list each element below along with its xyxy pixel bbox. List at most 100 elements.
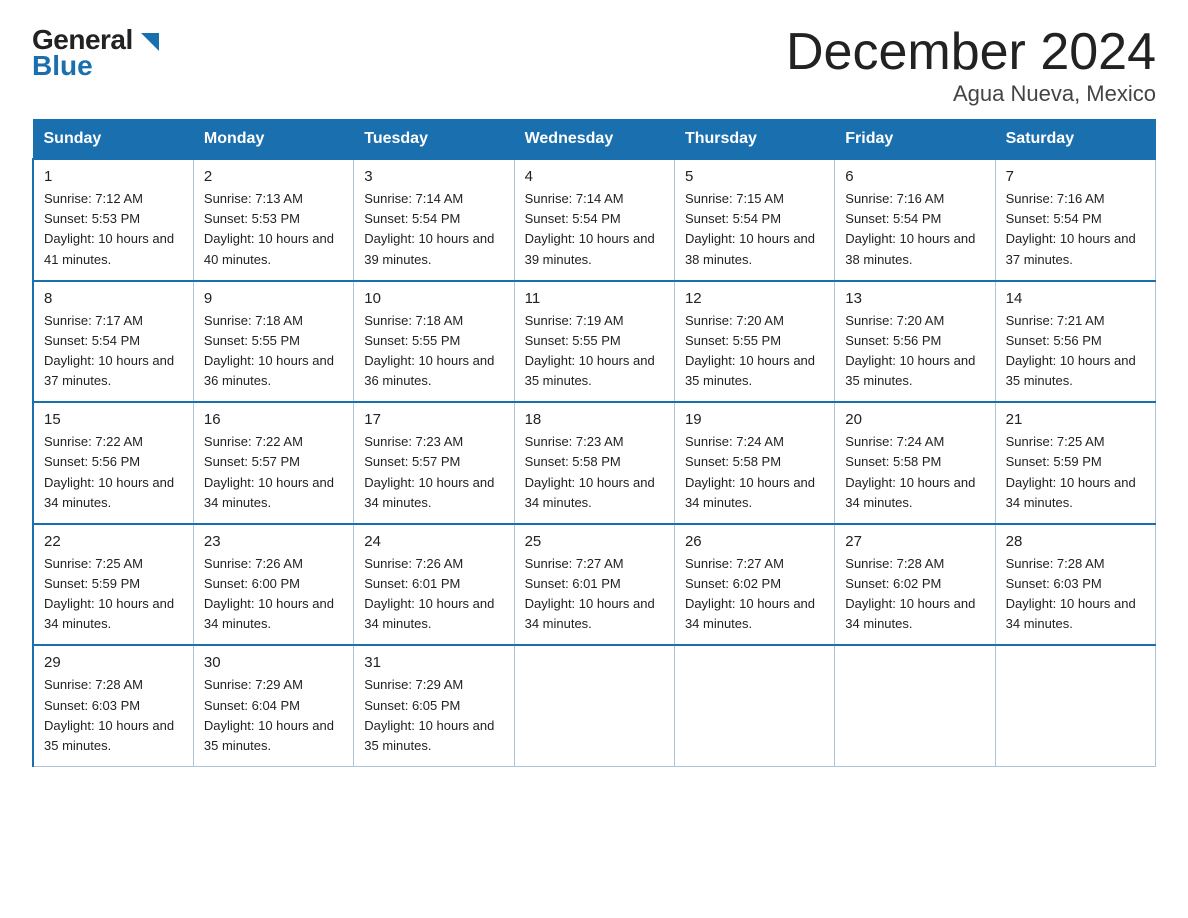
calendar-cell: 13 Sunrise: 7:20 AMSunset: 5:56 PMDaylig… [835,281,995,403]
day-info: Sunrise: 7:24 AMSunset: 5:58 PMDaylight:… [845,434,975,509]
calendar-cell: 25 Sunrise: 7:27 AMSunset: 6:01 PMDaylig… [514,524,674,646]
day-info: Sunrise: 7:23 AMSunset: 5:58 PMDaylight:… [525,434,655,509]
page-subtitle: Agua Nueva, Mexico [786,81,1156,107]
day-number: 10 [364,290,503,307]
day-number: 14 [1006,290,1145,307]
col-friday: Friday [835,120,995,160]
day-info: Sunrise: 7:25 AMSunset: 5:59 PMDaylight:… [44,556,174,631]
calendar-cell: 20 Sunrise: 7:24 AMSunset: 5:58 PMDaylig… [835,402,995,524]
calendar-cell [514,645,674,766]
day-number: 9 [204,290,343,307]
calendar-cell: 19 Sunrise: 7:24 AMSunset: 5:58 PMDaylig… [674,402,834,524]
calendar-cell: 11 Sunrise: 7:19 AMSunset: 5:55 PMDaylig… [514,281,674,403]
day-info: Sunrise: 7:28 AMSunset: 6:03 PMDaylight:… [44,677,174,752]
day-info: Sunrise: 7:26 AMSunset: 6:01 PMDaylight:… [364,556,494,631]
col-monday: Monday [193,120,353,160]
day-number: 12 [685,290,824,307]
day-info: Sunrise: 7:24 AMSunset: 5:58 PMDaylight:… [685,434,815,509]
day-number: 11 [525,290,664,307]
calendar-cell: 28 Sunrise: 7:28 AMSunset: 6:03 PMDaylig… [995,524,1155,646]
calendar-week-row: 22 Sunrise: 7:25 AMSunset: 5:59 PMDaylig… [33,524,1156,646]
col-wednesday: Wednesday [514,120,674,160]
day-info: Sunrise: 7:21 AMSunset: 5:56 PMDaylight:… [1006,313,1136,388]
day-info: Sunrise: 7:14 AMSunset: 5:54 PMDaylight:… [364,191,494,266]
calendar-cell [674,645,834,766]
day-number: 30 [204,654,343,671]
day-number: 28 [1006,533,1145,550]
logo-text-blue: Blue [32,50,93,82]
day-number: 19 [685,411,824,428]
calendar-cell: 23 Sunrise: 7:26 AMSunset: 6:00 PMDaylig… [193,524,353,646]
day-number: 31 [364,654,503,671]
day-number: 21 [1006,411,1145,428]
calendar-cell: 22 Sunrise: 7:25 AMSunset: 5:59 PMDaylig… [33,524,193,646]
calendar-cell: 7 Sunrise: 7:16 AMSunset: 5:54 PMDayligh… [995,159,1155,281]
day-info: Sunrise: 7:22 AMSunset: 5:57 PMDaylight:… [204,434,334,509]
calendar-cell: 14 Sunrise: 7:21 AMSunset: 5:56 PMDaylig… [995,281,1155,403]
day-number: 23 [204,533,343,550]
calendar-cell: 24 Sunrise: 7:26 AMSunset: 6:01 PMDaylig… [354,524,514,646]
calendar-cell: 3 Sunrise: 7:14 AMSunset: 5:54 PMDayligh… [354,159,514,281]
day-info: Sunrise: 7:20 AMSunset: 5:56 PMDaylight:… [845,313,975,388]
day-number: 18 [525,411,664,428]
calendar-cell: 27 Sunrise: 7:28 AMSunset: 6:02 PMDaylig… [835,524,995,646]
calendar-cell: 8 Sunrise: 7:17 AMSunset: 5:54 PMDayligh… [33,281,193,403]
day-number: 1 [44,168,183,185]
day-info: Sunrise: 7:19 AMSunset: 5:55 PMDaylight:… [525,313,655,388]
calendar-week-row: 15 Sunrise: 7:22 AMSunset: 5:56 PMDaylig… [33,402,1156,524]
calendar-cell: 18 Sunrise: 7:23 AMSunset: 5:58 PMDaylig… [514,402,674,524]
page-title: December 2024 [786,24,1156,81]
logo-triangle-icon [141,33,159,51]
day-number: 4 [525,168,664,185]
day-number: 3 [364,168,503,185]
col-sunday: Sunday [33,120,193,160]
col-tuesday: Tuesday [354,120,514,160]
calendar-cell: 1 Sunrise: 7:12 AMSunset: 5:53 PMDayligh… [33,159,193,281]
calendar-week-row: 29 Sunrise: 7:28 AMSunset: 6:03 PMDaylig… [33,645,1156,766]
title-block: December 2024 Agua Nueva, Mexico [786,24,1156,107]
day-number: 2 [204,168,343,185]
day-number: 22 [44,533,183,550]
calendar-cell: 21 Sunrise: 7:25 AMSunset: 5:59 PMDaylig… [995,402,1155,524]
calendar-cell: 31 Sunrise: 7:29 AMSunset: 6:05 PMDaylig… [354,645,514,766]
logo: General Blue [32,24,159,82]
calendar-cell: 5 Sunrise: 7:15 AMSunset: 5:54 PMDayligh… [674,159,834,281]
day-info: Sunrise: 7:27 AMSunset: 6:02 PMDaylight:… [685,556,815,631]
day-number: 29 [44,654,183,671]
day-info: Sunrise: 7:29 AMSunset: 6:05 PMDaylight:… [364,677,494,752]
day-info: Sunrise: 7:27 AMSunset: 6:01 PMDaylight:… [525,556,655,631]
day-number: 7 [1006,168,1145,185]
day-number: 16 [204,411,343,428]
day-number: 5 [685,168,824,185]
day-info: Sunrise: 7:16 AMSunset: 5:54 PMDaylight:… [1006,191,1136,266]
calendar-cell: 30 Sunrise: 7:29 AMSunset: 6:04 PMDaylig… [193,645,353,766]
calendar-cell [835,645,995,766]
calendar-cell: 6 Sunrise: 7:16 AMSunset: 5:54 PMDayligh… [835,159,995,281]
calendar-table: Sunday Monday Tuesday Wednesday Thursday… [32,119,1156,767]
calendar-cell: 15 Sunrise: 7:22 AMSunset: 5:56 PMDaylig… [33,402,193,524]
day-info: Sunrise: 7:22 AMSunset: 5:56 PMDaylight:… [44,434,174,509]
calendar-cell: 12 Sunrise: 7:20 AMSunset: 5:55 PMDaylig… [674,281,834,403]
day-info: Sunrise: 7:28 AMSunset: 6:02 PMDaylight:… [845,556,975,631]
day-info: Sunrise: 7:28 AMSunset: 6:03 PMDaylight:… [1006,556,1136,631]
day-number: 20 [845,411,984,428]
day-info: Sunrise: 7:16 AMSunset: 5:54 PMDaylight:… [845,191,975,266]
day-info: Sunrise: 7:18 AMSunset: 5:55 PMDaylight:… [204,313,334,388]
day-number: 25 [525,533,664,550]
calendar-week-row: 8 Sunrise: 7:17 AMSunset: 5:54 PMDayligh… [33,281,1156,403]
day-info: Sunrise: 7:25 AMSunset: 5:59 PMDaylight:… [1006,434,1136,509]
day-info: Sunrise: 7:23 AMSunset: 5:57 PMDaylight:… [364,434,494,509]
day-number: 24 [364,533,503,550]
day-number: 6 [845,168,984,185]
calendar-cell: 9 Sunrise: 7:18 AMSunset: 5:55 PMDayligh… [193,281,353,403]
calendar-cell: 10 Sunrise: 7:18 AMSunset: 5:55 PMDaylig… [354,281,514,403]
calendar-cell: 29 Sunrise: 7:28 AMSunset: 6:03 PMDaylig… [33,645,193,766]
col-saturday: Saturday [995,120,1155,160]
day-info: Sunrise: 7:17 AMSunset: 5:54 PMDaylight:… [44,313,174,388]
calendar-cell: 17 Sunrise: 7:23 AMSunset: 5:57 PMDaylig… [354,402,514,524]
calendar-cell: 4 Sunrise: 7:14 AMSunset: 5:54 PMDayligh… [514,159,674,281]
day-info: Sunrise: 7:14 AMSunset: 5:54 PMDaylight:… [525,191,655,266]
day-number: 13 [845,290,984,307]
calendar-header-row: Sunday Monday Tuesday Wednesday Thursday… [33,120,1156,160]
calendar-cell: 2 Sunrise: 7:13 AMSunset: 5:53 PMDayligh… [193,159,353,281]
